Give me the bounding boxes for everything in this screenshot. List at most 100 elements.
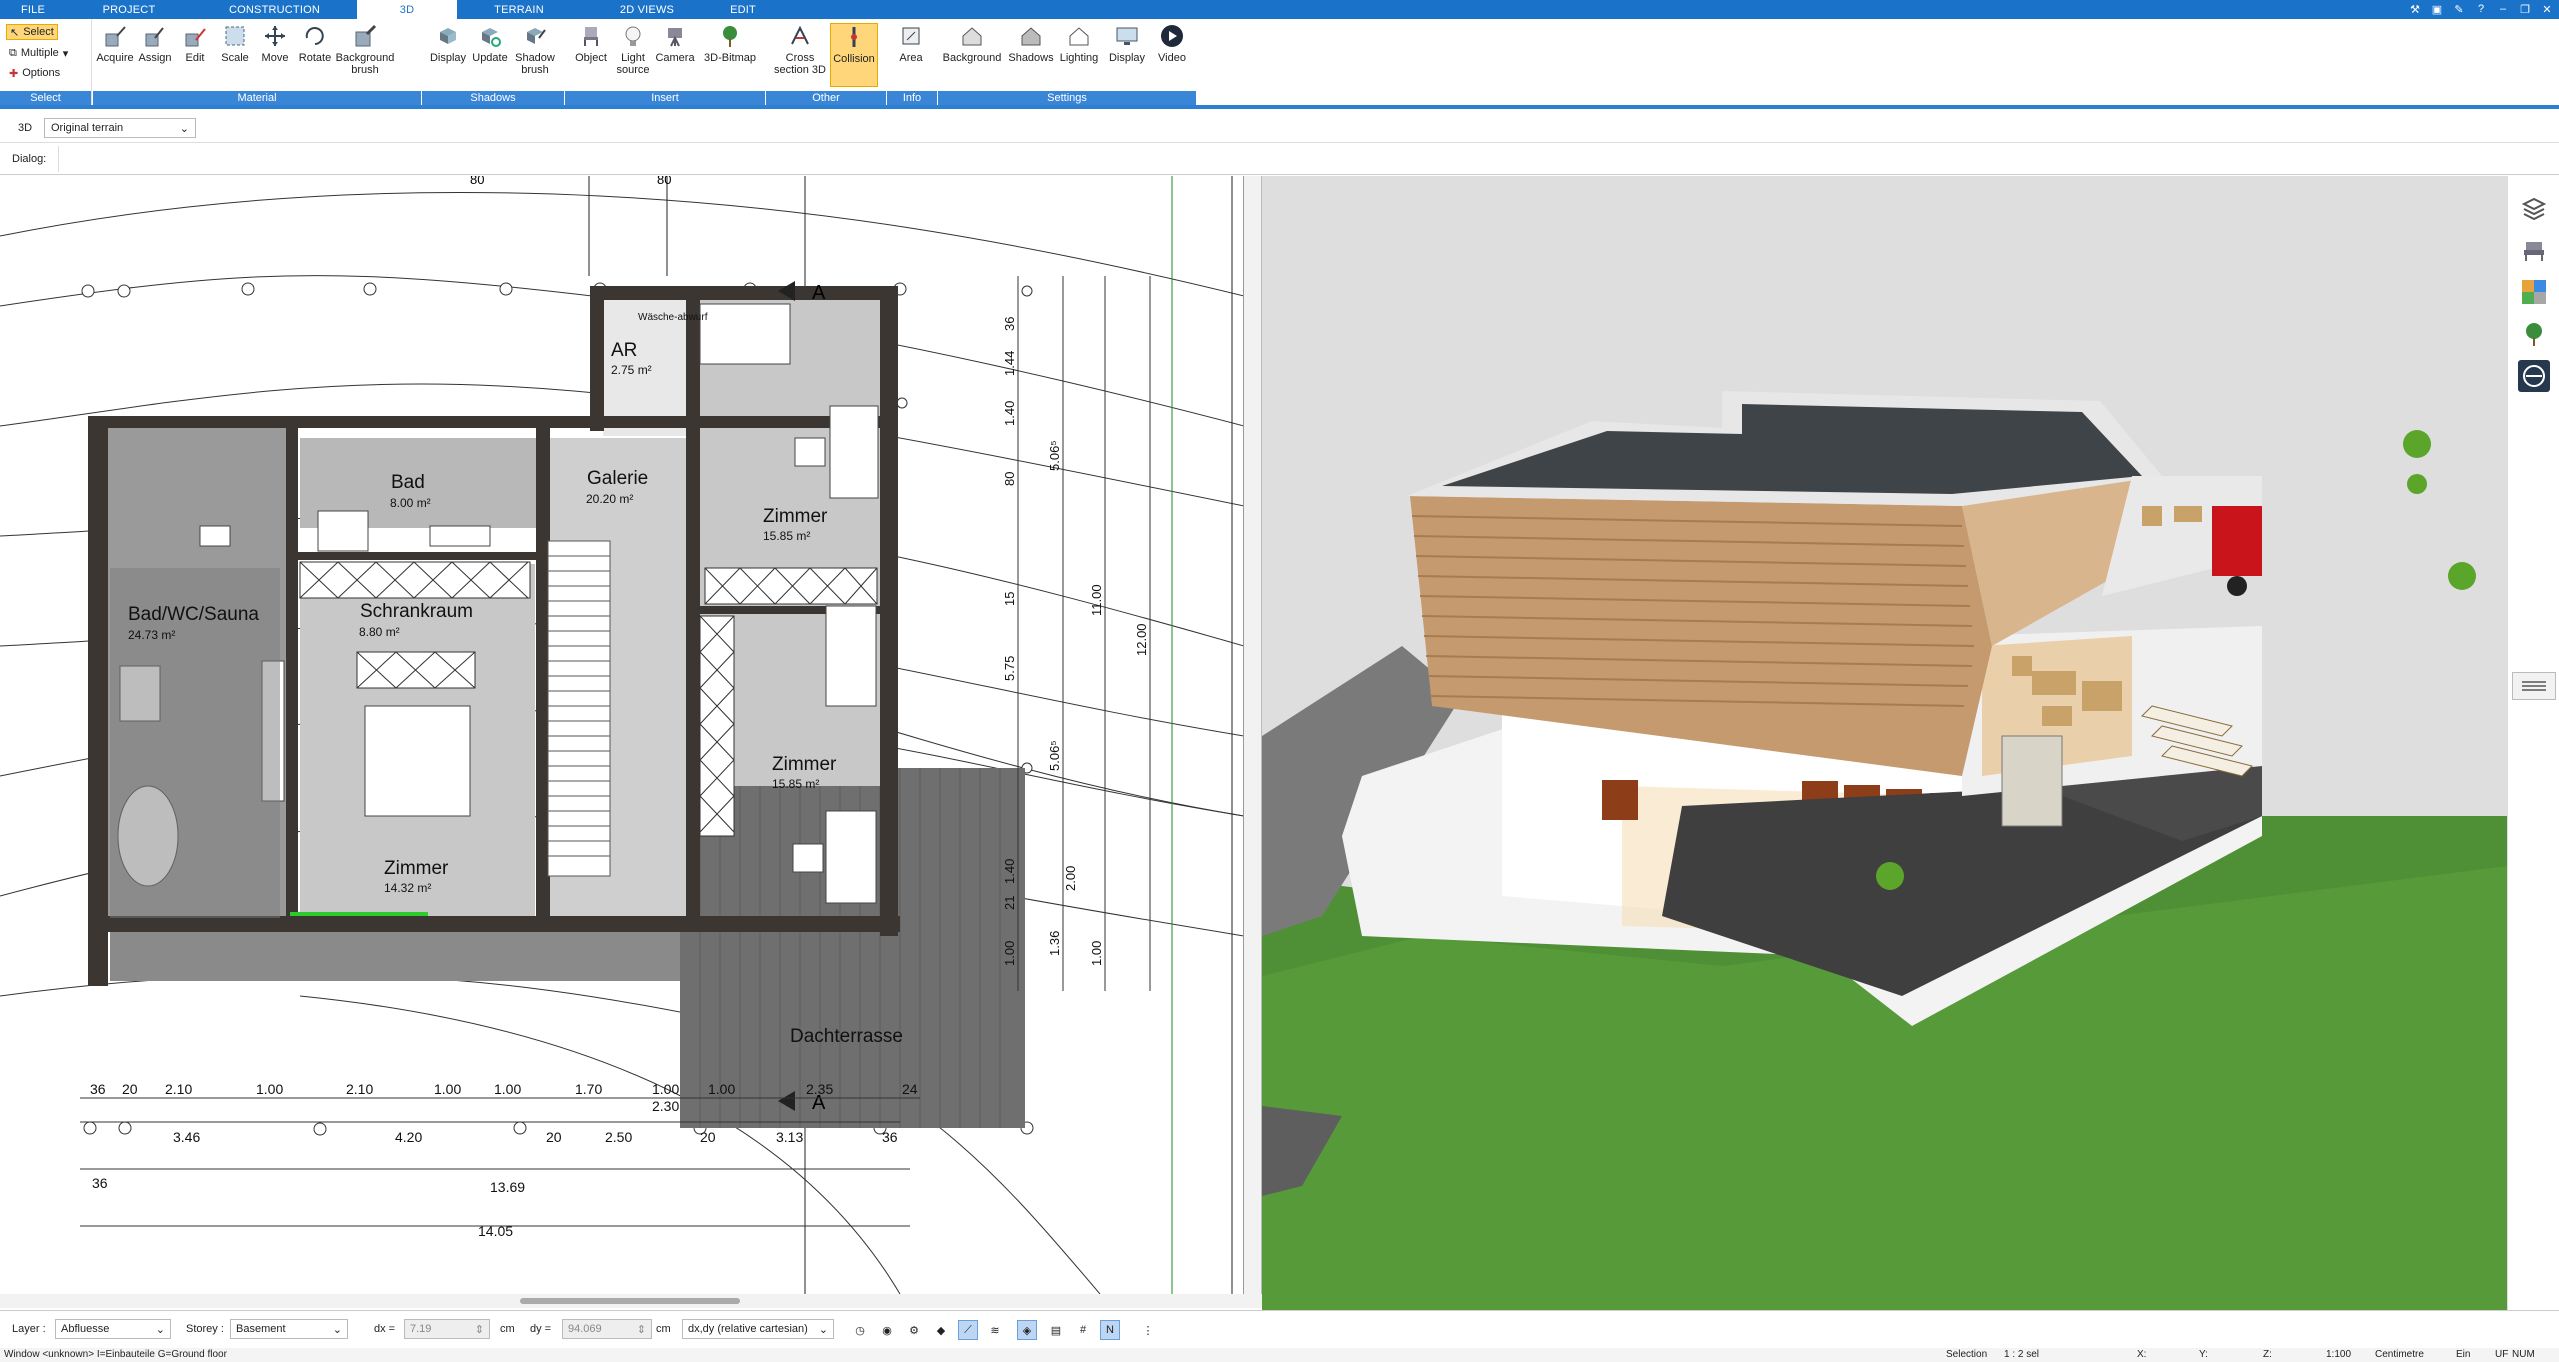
dialog-input[interactable] — [58, 146, 2548, 172]
3d-view[interactable] — [1262, 176, 2507, 1310]
area-button[interactable]: Area — [891, 23, 931, 87]
tab-terrain[interactable]: TERRAIN — [457, 0, 581, 19]
edit-label: Edit — [185, 52, 205, 64]
svg-text:2.30: 2.30 — [652, 1098, 679, 1114]
dy-input[interactable]: 94.069 ⇕ — [562, 1319, 652, 1339]
camera-label: Camera — [655, 52, 695, 64]
selection-scale: 1 : 2 sel — [2004, 1349, 2040, 1360]
object-button[interactable]: Object — [571, 23, 611, 87]
more-options-icon[interactable]: ⋮ — [1138, 1320, 1158, 1340]
plan-vertical-scrollbar[interactable] — [1244, 176, 1262, 1294]
room-area-zimmer-3: 14.32 m² — [384, 881, 431, 895]
plants-catalog-icon[interactable] — [2518, 318, 2550, 350]
minimize-icon[interactable]: – — [2495, 1, 2511, 17]
shadow-update-button[interactable]: Update — [470, 23, 510, 87]
drawing-scale: 1:100 — [2326, 1349, 2352, 1360]
rotate-button[interactable]: Rotate — [295, 23, 335, 87]
y-coordinate: Y: — [2199, 1349, 2208, 1360]
dy-unit: cm — [656, 1323, 671, 1335]
collision-button[interactable]: Collision — [830, 23, 878, 87]
help-window-icon[interactable]: ▣ — [2429, 1, 2445, 17]
materials-palette-icon[interactable] — [2518, 276, 2550, 308]
cross-section-3d-button[interactable]: Cross section 3D — [774, 23, 826, 87]
wave-snap-icon[interactable]: ≋ — [985, 1320, 1005, 1340]
display-settings-button[interactable]: Display — [1104, 23, 1150, 87]
floor-plan-view[interactable]: 80 80 AR 2.75 m² Bad 8.00 m² Galerie 20.… — [0, 176, 1244, 1294]
panel-toggle-icon[interactable] — [2512, 672, 2556, 700]
object-snap-icon[interactable]: ⚙ — [904, 1320, 924, 1340]
video-label: Video — [1158, 52, 1186, 64]
paint-assign-icon — [142, 23, 168, 49]
restore-icon[interactable]: ❐ — [2517, 1, 2533, 17]
video-button[interactable]: Video — [1152, 23, 1192, 87]
svg-text:1.44: 1.44 — [1002, 351, 1017, 376]
line-snap-icon[interactable]: ⟋ — [958, 1320, 978, 1340]
svg-text:3.13: 3.13 — [776, 1129, 803, 1145]
options-button[interactable]: ✚ Options — [6, 65, 63, 81]
point-snap-icon[interactable]: ◉ — [877, 1320, 897, 1340]
scroll-thumb[interactable] — [520, 1298, 740, 1304]
clock-icon[interactable]: ◷ — [850, 1320, 870, 1340]
tab-3d[interactable]: 3D — [357, 0, 457, 19]
update-label: Update — [472, 52, 508, 64]
shadow-brush-button[interactable]: Shadow brush — [512, 23, 558, 87]
group-shadows: Display Update Shadow brush Shadows — [422, 19, 564, 105]
light-source-button[interactable]: Light source — [613, 23, 653, 87]
room-name-zimmer-2: Zimmer — [772, 754, 837, 775]
tab-construction[interactable]: CONSTRUCTION — [192, 0, 357, 19]
dy-value: 94.069 — [568, 1323, 602, 1335]
multiple-button[interactable]: ⧉ Multiple ▾ — [6, 45, 71, 61]
layer-select[interactable]: Abfluesse ⌄ — [55, 1319, 171, 1339]
shadow-update-icon — [477, 23, 503, 49]
hatch-icon[interactable]: ▤ — [1046, 1320, 1066, 1340]
group-select: ↖ Select ⧉ Multiple ▾ ✚ Options Select — [0, 19, 92, 105]
view-mode-label: 3D — [18, 122, 33, 134]
assign-button[interactable]: Assign — [135, 23, 175, 87]
house-background-icon — [959, 23, 985, 49]
sketch-icon[interactable]: ✎ — [2451, 1, 2467, 17]
svg-text:2.10: 2.10 — [346, 1081, 373, 1097]
layer-snap-icon[interactable]: ◈ — [1017, 1320, 1037, 1340]
object-label: Object — [575, 52, 607, 64]
terrain-select[interactable]: Original terrain ⌄ — [44, 118, 196, 138]
storey-select[interactable]: Basement ⌄ — [230, 1319, 348, 1339]
tools-icon[interactable]: ⚒ — [2407, 1, 2423, 17]
close-icon[interactable]: ✕ — [2539, 1, 2555, 17]
move-button[interactable]: Move — [255, 23, 295, 87]
grid-icon[interactable]: # — [1073, 1320, 1093, 1340]
coordinate-mode-select[interactable]: dx,dy (relative cartesian) ⌄ — [682, 1319, 834, 1339]
uf-indicator: UF — [2495, 1349, 2509, 1360]
room-area-bad: 8.00 m² — [390, 496, 431, 510]
furniture-catalog-icon[interactable] — [2518, 234, 2550, 266]
3d-bitmap-button[interactable]: 3D-Bitmap — [701, 23, 759, 87]
cursor-icon: ↖ — [10, 26, 20, 39]
svg-text:1.00: 1.00 — [708, 1081, 735, 1097]
shadow-display-button[interactable]: Display — [428, 23, 468, 87]
svg-text:5.06⁵: 5.06⁵ — [1047, 740, 1062, 771]
z-coordinate: Z: — [2263, 1349, 2272, 1360]
lighting-button[interactable]: Lighting — [1056, 23, 1102, 87]
stepper-icon: ⇕ — [636, 1323, 646, 1336]
edit-material-button[interactable]: Edit — [175, 23, 215, 87]
help-icon[interactable]: ? — [2473, 1, 2489, 17]
dx-input[interactable]: 7.19 ⇕ — [404, 1319, 490, 1339]
layers-icon[interactable] — [2518, 192, 2550, 224]
status-toolbar: Layer : Abfluesse ⌄ Storey : Basement ⌄ dx… — [0, 1310, 2559, 1348]
tab-edit[interactable]: EDIT — [713, 0, 773, 19]
background-brush-button[interactable]: Background brush — [336, 23, 394, 87]
acquire-button[interactable]: Acquire — [95, 23, 135, 87]
background-button[interactable]: Background — [943, 23, 1001, 87]
tab-project[interactable]: PROJECT — [66, 0, 192, 19]
plan-horizontal-scrollbar[interactable] — [0, 1294, 1262, 1308]
tab-2d-views[interactable]: 2D VIEWS — [581, 0, 713, 19]
svg-text:1.00: 1.00 — [434, 1081, 461, 1097]
camera-button[interactable]: Camera — [655, 23, 695, 87]
shadows-settings-button[interactable]: Shadows — [1008, 23, 1054, 87]
scale-button[interactable]: Scale — [215, 23, 255, 87]
color-snap-icon[interactable]: ◆ — [931, 1320, 951, 1340]
tab-file[interactable]: FILE — [0, 0, 66, 19]
select-button[interactable]: ↖ Select — [6, 24, 58, 40]
measure-tool-icon[interactable] — [2518, 360, 2550, 392]
north-icon[interactable]: N — [1100, 1320, 1120, 1340]
dim-row-3: 36 13.69 14.05 — [92, 1175, 525, 1239]
